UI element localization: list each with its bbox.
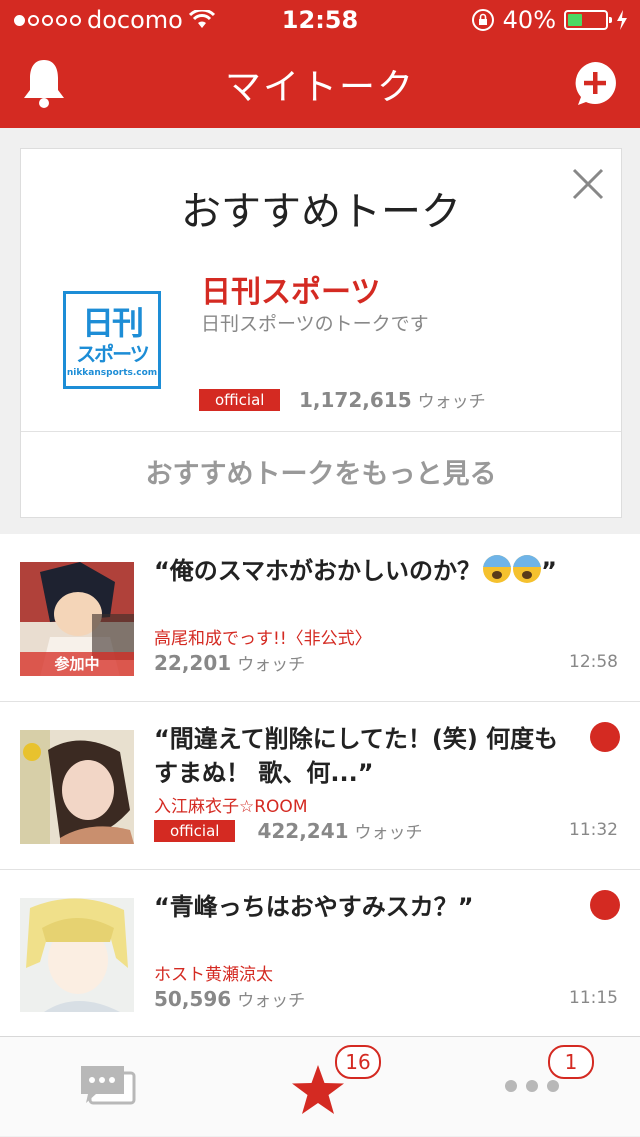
nikkansports-logo[interactable]: 日刊 スポーツ nikkansports.com — [63, 291, 161, 389]
recommend-title: おすすめトーク — [181, 189, 461, 235]
talk-thumbnail: 参加中 — [20, 562, 134, 676]
talk-thumbnail — [20, 730, 134, 844]
talk-title: “俺のスマホがおかしいのか？” — [154, 555, 557, 585]
tab-bar: 16 1 — [0, 1036, 640, 1136]
talk-row[interactable]: “青峰っちはおやすみスカ？” ホスト黄瀬涼太 50,596 ウォッチ 11:15 — [0, 870, 640, 1038]
official-badge: official — [199, 389, 281, 411]
talk-list: 参加中 “俺のスマホがおかしいのか？” 高尾和成でっす!!〈非公式〉 22,20… — [0, 534, 640, 1038]
joined-label: 参加中 — [20, 652, 134, 676]
more-recommendations-button[interactable]: おすすめトークをもっと見る — [21, 431, 621, 519]
unread-dot — [590, 722, 620, 752]
talk-title: “青峰っちはおやすみスカ？” — [154, 893, 474, 921]
chat-icon — [81, 1066, 136, 1105]
status-bar: docomo 12:58 40% — [0, 0, 640, 40]
more-icon — [505, 1080, 559, 1092]
talk-row[interactable]: 参加中 “俺のスマホがおかしいのか？” 高尾和成でっす!!〈非公式〉 22,20… — [0, 534, 640, 702]
favorites-count-badge: 16 — [335, 1045, 381, 1079]
scream-emoji-icon — [483, 555, 512, 583]
talk-owner: 高尾和成でっす!!〈非公式〉 — [154, 629, 372, 649]
recommended-talk-card: おすすめトーク 日刊 スポーツ nikkansports.com 日刊スポーツ … — [20, 148, 622, 518]
talk-time: 12:58 — [569, 652, 618, 672]
close-icon[interactable] — [571, 167, 605, 201]
tab-more[interactable]: 1 — [426, 1037, 639, 1137]
charging-icon — [617, 10, 627, 30]
talk-owner: ホスト黄瀬涼太 — [154, 965, 273, 985]
talk-meta: 50,596 ウォッチ — [154, 986, 306, 1012]
tab-chats[interactable] — [0, 1037, 213, 1137]
battery-percent: 40% — [502, 6, 556, 34]
app-header: docomo 12:58 40% マイトーク — [0, 0, 640, 128]
talk-meta: 22,201 ウォッチ — [154, 650, 306, 676]
official-badge: official — [154, 819, 236, 842]
page-title: マイトーク — [224, 67, 415, 108]
talk-thumbnail — [20, 898, 134, 1012]
talk-title: “間違えて削除にしてた！(笑) 何度もすまぬ！ 歌、何...” — [154, 725, 559, 787]
recommend-watch-count: 1,172,615 ウォッチ — [299, 388, 486, 412]
tab-favorites[interactable]: 16 — [213, 1037, 426, 1137]
add-chat-icon[interactable] — [572, 60, 618, 106]
talk-time: 11:15 — [569, 988, 618, 1008]
talk-meta: official 422,241 ウォッチ — [154, 818, 423, 843]
scream-emoji-icon — [513, 555, 542, 583]
nav-bar: マイトーク — [0, 40, 640, 128]
recommend-talk-description: 日刊スポーツのトークです — [201, 313, 429, 335]
talk-time: 11:32 — [569, 820, 618, 840]
star-icon — [292, 1065, 344, 1114]
talk-owner: 入江麻衣子☆ROOM — [154, 797, 308, 817]
battery-icon — [564, 10, 612, 30]
unread-dot — [590, 890, 620, 920]
recommend-talk-name[interactable]: 日刊スポーツ — [201, 267, 380, 311]
notifications-count-badge: 1 — [548, 1045, 594, 1079]
talk-row[interactable]: “間違えて削除にしてた！(笑) 何度もすまぬ！ 歌、何...” 入江麻衣子☆RO… — [0, 702, 640, 870]
rotation-lock-icon — [471, 9, 494, 31]
